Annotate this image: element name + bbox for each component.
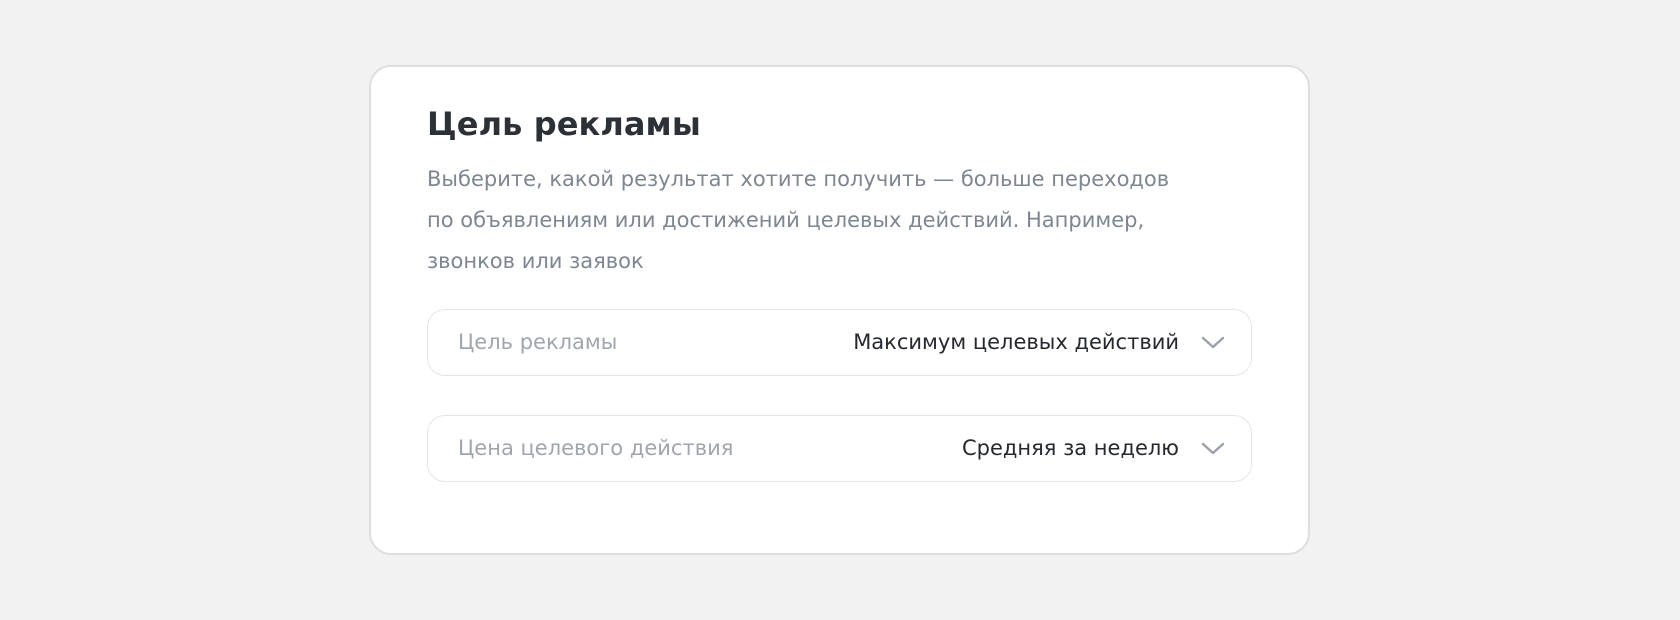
ad-goal-select[interactable]: Цель рекламы Максимум целевых действий [427,309,1252,376]
target-action-price-select-label: Цена целевого действия [458,436,734,460]
chevron-down-icon [1201,336,1225,349]
target-action-price-select-value: Средняя за неделю [961,436,1179,460]
page: Цель рекламы Выберите, какой результат х… [0,0,1680,620]
description-line: по объявлениям или достижений целевых де… [427,208,1145,232]
description-line: Выберите, какой результат хотите получит… [427,167,1170,191]
target-action-price-select[interactable]: Цена целевого действия Средняя за неделю [427,415,1252,482]
ad-goal-card: Цель рекламы Выберите, какой результат х… [369,65,1310,555]
ad-goal-select-label: Цель рекламы [458,330,618,354]
description-line: звонков или заявок [427,249,644,273]
card-description: Выберите, какой результат хотите получит… [427,159,1207,282]
card-title: Цель рекламы [427,105,701,143]
ad-goal-select-value: Максимум целевых действий [853,330,1179,354]
chevron-down-icon [1201,442,1225,455]
